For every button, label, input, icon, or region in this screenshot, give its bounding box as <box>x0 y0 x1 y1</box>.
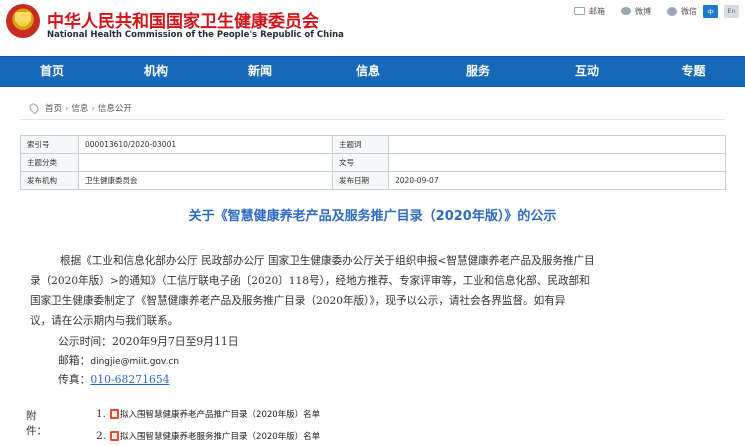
lang-cn-button[interactable]: 中 <box>703 4 718 18</box>
contact-info: 公示时间：2020年9月7日至9月11日 邮箱：dingjie@miit.gov… <box>26 332 239 389</box>
period-value: 2020年9月7日至9月11日 <box>111 335 239 348</box>
fax-line: 传真：010-68271654 <box>26 370 239 389</box>
nav-item-news[interactable]: 新闻 <box>208 57 312 86</box>
nav-item-services[interactable]: 服务 <box>424 57 532 86</box>
article-body: 根据《工业和信息化部办公厅 民政部办公厅 国家卫生健康委办公厅关于组织申报<智慧… <box>30 251 725 331</box>
nav-item-info[interactable]: 信息 <box>312 57 424 86</box>
article-title: 关于《智慧健康养老产品及服务推广目录（2020年版）》的公示 <box>188 209 557 224</box>
attachment-number: 1. <box>96 407 107 420</box>
breadcrumb-home[interactable]: 首页 <box>45 104 62 114</box>
table-row: 索引号 000013610/2020-03001 主题词 <box>20 135 726 154</box>
header-tools: 邮箱 微博 微信 中 En <box>564 4 739 18</box>
weibo-icon <box>621 7 631 15</box>
wechat-icon <box>667 6 677 16</box>
location-pin-icon <box>27 101 41 115</box>
mail-icon <box>574 7 585 15</box>
article-paragraph: 根据《工业和信息化部办公厅 民政部办公厅 国家卫生健康委办公厅关于组织申报<智慧… <box>30 251 725 331</box>
meta-label-index: 索引号 <box>20 135 79 154</box>
meta-label-publish-date: 发布日期 <box>332 171 389 190</box>
table-row: 发布机构 卫生健康委员会 发布日期 2020-09-07 <box>20 171 726 190</box>
attachment-item[interactable]: 2. 拟入围智慧健康养老服务推广目录（2020年版）名单 <box>96 426 320 445</box>
breadcrumb-text: 首页 › 信息 › 信息公开 <box>45 104 132 114</box>
main-nav: 首页 机构 新闻 信息 服务 互动 专题 <box>0 56 745 87</box>
nav-item-organization[interactable]: 机构 <box>104 57 208 86</box>
attachments-label: 附件： <box>26 410 47 437</box>
site-title-cn: 中华人民共和国国家卫生健康委员会 <box>47 12 319 32</box>
nav-item-topics[interactable]: 专题 <box>642 57 745 86</box>
attachment-number: 2. <box>96 429 107 442</box>
meta-value-publisher: 卫生健康委员会 <box>78 171 333 190</box>
attachment-link[interactable]: 拟入围智慧健康养老服务推广目录（2020年版）名单 <box>120 430 320 442</box>
fax-label: 传真： <box>58 373 91 386</box>
body-line: 议，请在公示期内与我们联系。 <box>30 315 179 327</box>
attachment-link[interactable]: 拟入围智慧健康养老产品推广目录（2020年版）名单 <box>120 408 320 420</box>
email-line: 邮箱：dingjie@miit.gov.cn <box>26 351 239 370</box>
weibo-label: 微博 <box>635 6 651 16</box>
mail-label: 邮箱 <box>589 6 605 16</box>
nav-item-home[interactable]: 首页 <box>0 57 104 86</box>
weibo-link[interactable]: 微博 <box>621 6 651 17</box>
meta-value-document-number <box>388 153 726 172</box>
wechat-link[interactable]: 微信 <box>667 6 697 17</box>
meta-value-index: 000013610/2020-03001 <box>78 135 333 154</box>
meta-value-category <box>78 153 333 172</box>
document-icon <box>110 408 120 419</box>
meta-label-keyword: 主题词 <box>332 135 389 154</box>
period-label: 公示时间： <box>58 335 112 348</box>
breadcrumb-current[interactable]: 信息公开 <box>98 104 132 114</box>
email-link[interactable]: dingjie@miit.gov.cn <box>90 357 179 367</box>
body-line: 录（2020年版）>的通知》（工信厅联电子函〔2020〕118号），经地方推荐、… <box>30 275 590 287</box>
national-emblem-icon <box>6 4 40 38</box>
attachment-item[interactable]: 1. 拟入围智慧健康养老产品推广目录（2020年版）名单 <box>96 404 320 423</box>
mail-link[interactable]: 邮箱 <box>574 6 605 17</box>
document-icon <box>110 430 120 441</box>
meta-value-publish-date: 2020-09-07 <box>388 171 726 190</box>
notice-period: 公示时间：2020年9月7日至9月11日 <box>26 332 239 351</box>
metadata-table: 索引号 000013610/2020-03001 主题词 主题分类 文号 发布机… <box>20 135 726 190</box>
body-line: 国家卫生健康委制定了《智慧健康养老产品及服务推广目录（2020年版）》，现予以公… <box>30 295 566 307</box>
breadcrumb-info[interactable]: 信息 <box>71 104 88 114</box>
table-row: 主题分类 文号 <box>20 153 726 172</box>
site-header: 中华人民共和国国家卫生健康委员会 National Health Commiss… <box>0 0 745 56</box>
breadcrumb: 首页 › 信息 › 信息公开 <box>20 98 725 120</box>
lang-en-button[interactable]: En <box>724 4 739 18</box>
site-title-en: National Health Commission of the People… <box>47 30 344 40</box>
meta-label-document-number: 文号 <box>332 153 389 172</box>
meta-label-category: 主题分类 <box>20 153 79 172</box>
body-line: 根据《工业和信息化部办公厅 民政部办公厅 国家卫生健康委办公厅关于组织申报<智慧… <box>60 255 595 267</box>
wechat-label: 微信 <box>681 6 697 16</box>
meta-label-publisher: 发布机构 <box>20 171 79 190</box>
fax-link[interactable]: 010-68271654 <box>90 373 169 386</box>
nav-item-interaction[interactable]: 互动 <box>532 57 642 86</box>
email-label: 邮箱： <box>58 354 91 367</box>
meta-value-keyword <box>388 135 726 154</box>
